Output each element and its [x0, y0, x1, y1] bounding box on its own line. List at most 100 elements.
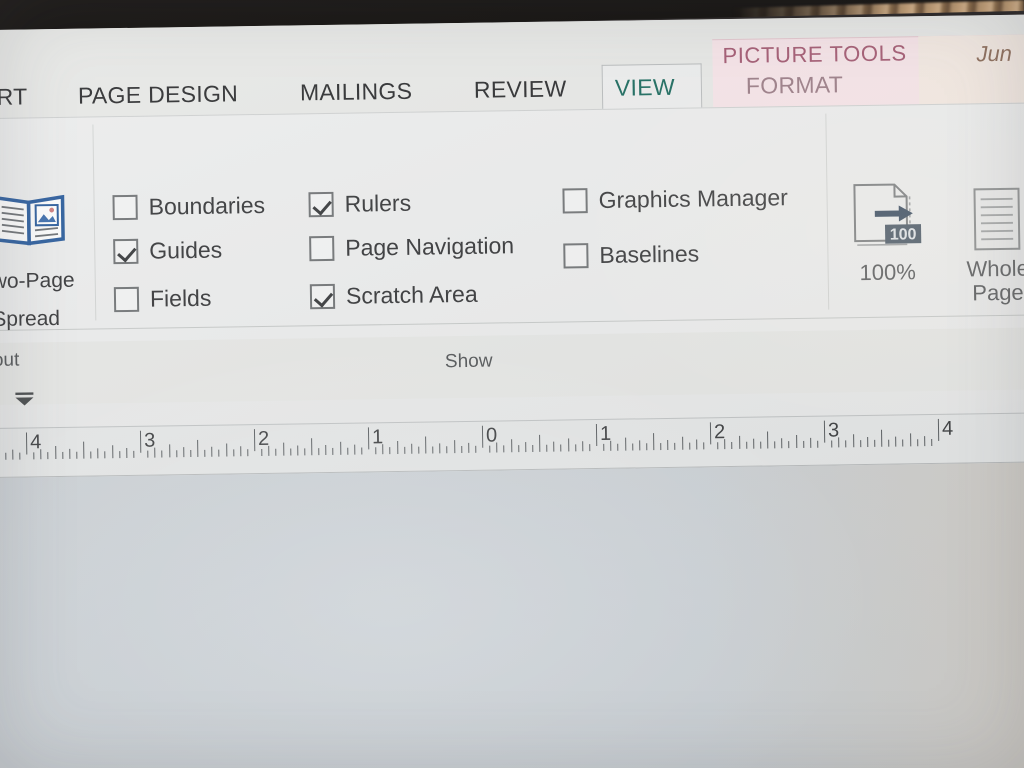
ruler-minor-tick — [154, 447, 156, 458]
ruler-minor-tick — [218, 449, 220, 457]
ruler-minor-tick — [653, 433, 655, 451]
ruler-minor-tick — [182, 447, 185, 458]
ruler-minor-tick — [304, 448, 306, 456]
ruler-minor-tick — [610, 440, 612, 451]
ruler-minor-tick — [845, 440, 847, 448]
ruler-major-tick — [25, 432, 28, 455]
two-page-spread-icon[interactable] — [0, 189, 67, 250]
ruler-minor-tick — [90, 451, 92, 459]
ribbon: PICTURE TOOLS Jun ERT PAGE DESIGN MAILIN… — [0, 14, 1024, 407]
ruler-minor-tick — [859, 440, 861, 448]
ruler-minor-tick — [760, 441, 762, 449]
ruler-minor-tick — [225, 443, 227, 457]
ruler-major-tick — [367, 427, 370, 450]
tab-insert[interactable]: ERT — [0, 83, 28, 110]
checkbox-baselines-box[interactable] — [563, 243, 589, 269]
checkbox-fields[interactable]: Fields — [113, 285, 212, 313]
ruler-minor-tick — [631, 443, 633, 451]
ruler-minor-tick — [232, 449, 234, 457]
tab-page-design[interactable]: PAGE DESIGN — [78, 80, 238, 108]
checkbox-baselines[interactable]: Baselines — [563, 240, 700, 269]
ruler-minor-tick — [524, 442, 527, 453]
checkbox-scratch-area-label: Scratch Area — [345, 280, 478, 309]
ruler-minor-tick — [774, 441, 776, 449]
ruler-minor-tick — [247, 449, 249, 457]
ruler-minor-tick — [731, 441, 733, 450]
ruler-minor-tick — [47, 452, 49, 460]
checkbox-scratch-area[interactable]: Scratch Area — [309, 280, 478, 310]
ruler-minor-tick — [902, 439, 904, 447]
checkbox-guides[interactable]: Guides — [113, 236, 223, 265]
ruler-minor-tick — [40, 449, 42, 460]
ruler-minor-tick — [410, 443, 413, 454]
ruler-minor-tick — [147, 450, 149, 458]
ruler-major-tick — [709, 422, 712, 445]
ruler-minor-tick — [396, 440, 398, 454]
ruler-minor-tick — [19, 452, 21, 460]
ruler-minor-tick — [695, 439, 698, 450]
checkbox-page-navigation-box[interactable] — [309, 235, 335, 262]
checkbox-fields-box[interactable] — [113, 286, 140, 313]
checkbox-scratch-area-box[interactable] — [309, 283, 336, 310]
ruler-minor-tick — [375, 447, 377, 455]
ruler-minor-tick — [418, 446, 420, 454]
ruler-minor-tick — [97, 448, 99, 459]
ruler-minor-tick — [909, 433, 911, 447]
monitor-screen: PICTURE TOOLS Jun ERT PAGE DESIGN MAILIN… — [0, 14, 1024, 768]
ruler-minor-tick — [560, 444, 562, 452]
ruler-minor-tick — [724, 439, 726, 450]
ruler-minor-tick — [638, 440, 641, 451]
checkbox-rulers[interactable]: Rulers — [308, 190, 411, 218]
ruler-minor-tick — [118, 451, 120, 459]
ruler-minor-tick — [781, 438, 783, 449]
ruler-minor-tick — [874, 439, 876, 447]
checkbox-guides-label: Guides — [149, 236, 223, 264]
checkbox-graphics-manager-box[interactable] — [562, 188, 588, 214]
checkbox-baselines-label: Baselines — [599, 240, 700, 268]
zoom-100-percent-button[interactable]: 100 100% — [840, 178, 934, 285]
checkbox-boundaries[interactable]: Boundaries — [112, 192, 265, 221]
checkbox-graphics-manager-label: Graphics Manager — [598, 184, 788, 213]
checkbox-guides-box[interactable] — [113, 238, 139, 265]
ruler-minor-tick — [346, 447, 348, 455]
ruler-minor-tick — [852, 434, 854, 448]
ruler-major-tick — [595, 424, 598, 447]
ruler-label: 4 — [941, 417, 954, 440]
ruler-minor-tick — [432, 446, 434, 454]
ruler-minor-tick — [11, 449, 14, 460]
ruler-minor-tick — [809, 437, 812, 448]
ruler-minor-tick — [54, 446, 56, 460]
tab-mailings[interactable]: MAILINGS — [300, 78, 413, 106]
ruler-minor-tick — [197, 439, 199, 457]
ruler-minor-tick — [916, 439, 918, 447]
ruler-minor-tick — [802, 440, 804, 448]
ruler-minor-tick — [567, 438, 569, 452]
tab-format[interactable]: FORMAT — [746, 71, 844, 98]
ruler-minor-tick — [603, 443, 605, 451]
checkbox-boundaries-box[interactable] — [112, 194, 138, 221]
ruler-minor-tick — [4, 452, 7, 460]
tab-review[interactable]: REVIEW — [474, 75, 567, 102]
ruler-minor-tick — [475, 445, 477, 453]
ruler-minor-tick — [275, 448, 277, 456]
ruler-major-tick — [481, 425, 484, 448]
screenshot-photo: PICTURE TOOLS Jun ERT PAGE DESIGN MAILIN… — [0, 0, 1024, 768]
tab-view[interactable]: VIEW — [615, 74, 675, 101]
checkbox-rulers-box[interactable] — [308, 191, 334, 218]
ruler-minor-tick — [268, 445, 270, 456]
zoom-100-percent-label: 100% — [859, 259, 917, 286]
ruler-minor-tick — [817, 440, 819, 448]
document-canvas[interactable] — [0, 462, 1024, 768]
checkbox-graphics-manager[interactable]: Graphics Manager — [562, 184, 788, 214]
two-page-spread-label-line2: Spread — [0, 306, 61, 331]
page-zoom-100-icon: 100 — [848, 178, 925, 259]
ruler-minor-tick — [239, 446, 242, 457]
ruler-minor-tick — [831, 440, 833, 448]
checkbox-page-navigation[interactable]: Page Navigation — [309, 232, 514, 262]
ruler-major-tick — [253, 429, 256, 452]
ruler-major-tick — [937, 418, 940, 441]
collapse-ribbon-chevron-down-icon[interactable] — [13, 391, 35, 407]
ruler-minor-tick — [646, 443, 648, 451]
ruler-minor-tick — [667, 439, 669, 450]
whole-page-button[interactable]: Whole Page — [946, 184, 1024, 305]
